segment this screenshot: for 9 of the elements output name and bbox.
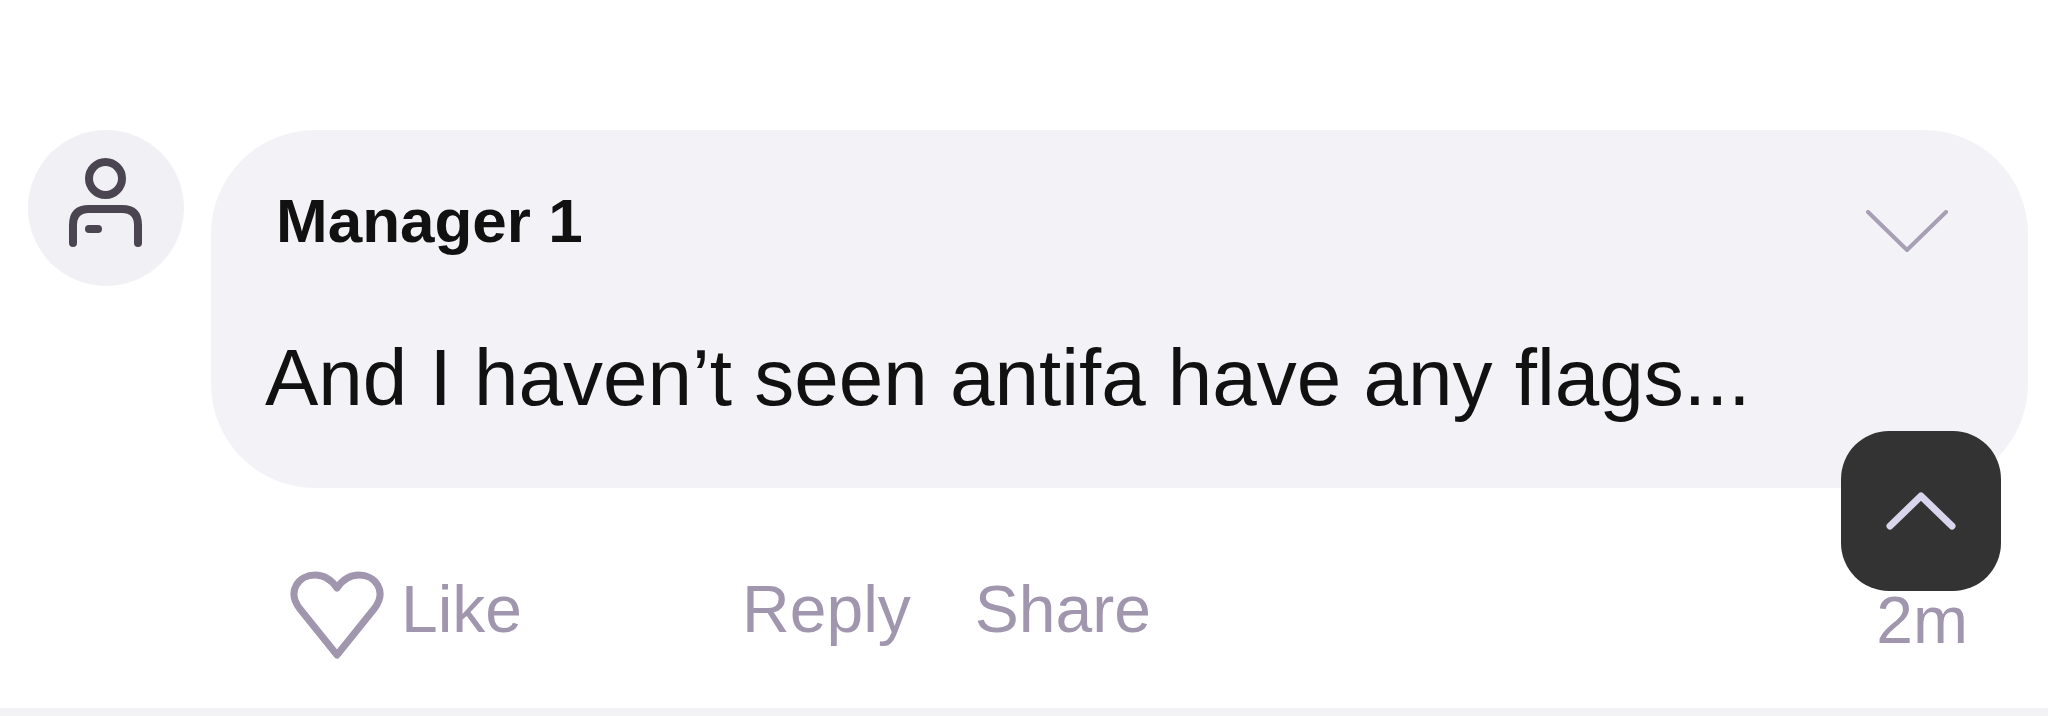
comment-text: And I haven’t seen antifa have any flags... [265,332,1751,425]
reply-button[interactable]: Reply [742,570,911,650]
person-avatar-icon [28,130,184,286]
chevron-up-icon [1886,492,1956,530]
like-button[interactable]: Like [289,559,523,661]
author-name: Manager 1 [276,185,583,257]
share-button[interactable]: Share [974,570,1151,650]
timestamp: 2m [1876,582,1968,660]
scroll-to-top-button[interactable] [1841,431,2001,591]
